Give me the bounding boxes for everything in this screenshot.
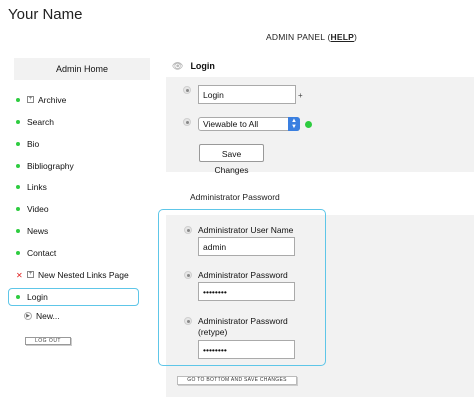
sidebar-item-label: News [27, 226, 49, 236]
sidebar-item-login[interactable]: Login [16, 290, 48, 304]
sidebar-item-bio[interactable]: Bio [16, 137, 39, 151]
password-label: Administrator Password [198, 270, 288, 280]
drag-handle-icon[interactable] [184, 226, 192, 234]
sidebar-item-video[interactable]: Video [16, 202, 49, 216]
sidebar-item-new-nested-links-page[interactable]: ✕ + New Nested Links Page [16, 268, 129, 282]
drag-handle-icon[interactable] [184, 317, 192, 325]
sidebar-item-label: Bibliography [27, 161, 74, 171]
sidebar-item-label: New Nested Links Page [38, 270, 129, 280]
eye-icon[interactable]: 👁 [172, 56, 183, 76]
green-bullet-icon [16, 228, 20, 233]
sidebar-item-label: Video [27, 204, 49, 214]
page-title-input[interactable] [198, 85, 296, 104]
sidebar-title[interactable]: Admin Home [14, 58, 150, 80]
section-heading-login: 👁 Login [166, 56, 474, 76]
sidebar-item-links[interactable]: Links [16, 180, 47, 194]
password-retype-input[interactable] [198, 340, 295, 359]
site-title: Your Name [8, 6, 83, 23]
drag-handle-icon[interactable] [183, 86, 191, 94]
sidebar-item-label: Contact [27, 248, 57, 258]
visibility-select-value: Viewable to All [203, 119, 259, 129]
green-bullet-icon [16, 206, 20, 211]
logout-button[interactable]: LOG OUT [25, 337, 71, 345]
drag-handle-icon[interactable] [183, 118, 191, 126]
new-page-icon: ▶ [24, 311, 32, 320]
password-retype-label-line1: Administrator Password [198, 316, 288, 326]
sidebar-item-archive[interactable]: + Archive [16, 93, 66, 107]
password-input[interactable] [198, 282, 295, 301]
admin-panel-label: ADMIN PANEL ( [266, 32, 331, 42]
expand-icon[interactable]: + [27, 271, 34, 279]
green-bullet-icon [16, 294, 20, 299]
green-bullet-icon [16, 163, 20, 168]
expand-icon[interactable]: + [27, 96, 34, 104]
section-heading-label: Login [190, 61, 215, 71]
go-to-bottom-save-button[interactable]: GO TO BOTTOM AND SAVE CHANGES [177, 376, 297, 385]
password-section-heading: Administrator Password [190, 192, 280, 202]
new-page-link[interactable]: ▶ New... [24, 311, 60, 321]
sidebar-item-bibliography[interactable]: Bibliography [16, 159, 74, 173]
username-label: Administrator User Name [198, 225, 294, 235]
sidebar-item-label: Archive [38, 95, 67, 105]
green-bullet-icon [16, 184, 20, 189]
new-page-label: New... [36, 311, 60, 321]
admin-panel-header: ADMIN PANEL (HELP) [266, 32, 357, 42]
visibility-select[interactable]: Viewable to All ▲ ▼ [198, 117, 300, 131]
status-indicator [305, 121, 312, 128]
password-retype-label-line2: (retype) [198, 327, 228, 337]
sidebar-item-label: Login [27, 292, 48, 302]
drag-handle-icon[interactable] [184, 271, 192, 279]
sidebar-item-news[interactable]: News [16, 224, 48, 238]
sidebar-item-label: Links [27, 182, 47, 192]
sidebar-item-contact[interactable]: Contact [16, 246, 56, 260]
username-input[interactable] [198, 237, 295, 256]
sidebar-item-label: Bio [27, 139, 40, 149]
add-icon[interactable]: + [298, 91, 303, 100]
green-bullet-icon [16, 250, 20, 255]
sidebar-item-label: Search [27, 117, 54, 127]
green-bullet-icon [16, 119, 20, 124]
select-arrows-icon: ▲ ▼ [288, 117, 300, 131]
green-bullet-icon [16, 97, 20, 102]
hidden-x-icon: ✕ [16, 271, 23, 280]
password-retype-label: Administrator Password (retype) [198, 316, 288, 338]
green-bullet-icon [16, 141, 20, 146]
sidebar-item-search[interactable]: Search [16, 115, 54, 129]
admin-panel-close: ) [353, 32, 357, 42]
help-link[interactable]: HELP [330, 32, 353, 42]
save-changes-button[interactable]: Save Changes [199, 144, 264, 175]
